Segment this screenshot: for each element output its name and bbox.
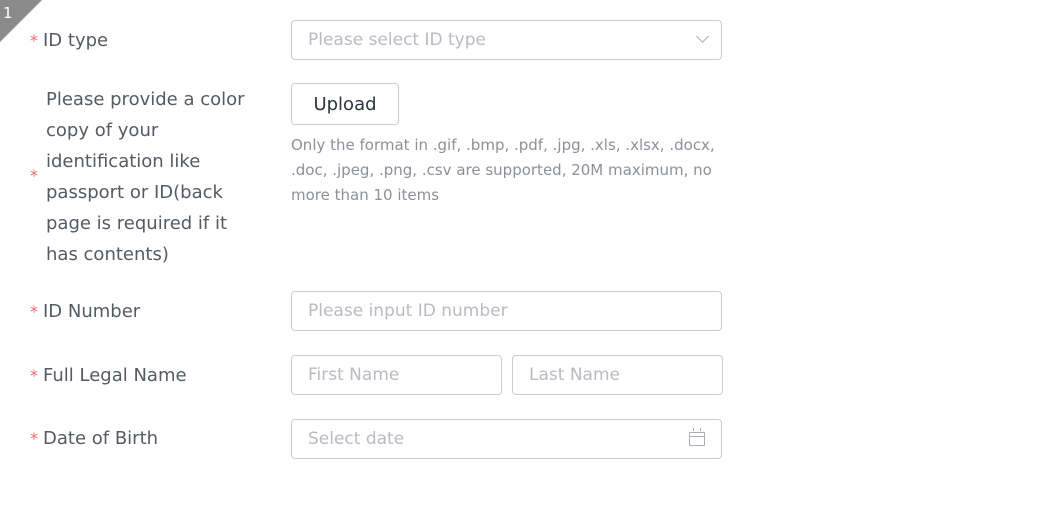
full-legal-name-label: * Full Legal Name	[30, 365, 187, 386]
calendar-icon	[689, 428, 705, 446]
id-number-input[interactable]: Please input ID number	[291, 291, 722, 331]
required-mark: *	[30, 429, 38, 448]
date-of-birth-label: * Date of Birth	[30, 428, 159, 449]
chevron-down-icon	[696, 30, 709, 43]
id-type-select[interactable]: Please select ID type	[291, 20, 722, 60]
id-number-placeholder: Please input ID number	[308, 301, 508, 321]
date-of-birth-picker[interactable]: Select date	[291, 419, 722, 459]
required-mark: *	[30, 302, 38, 321]
step-number: 1	[3, 4, 13, 22]
id-type-label: * ID type	[30, 30, 109, 51]
last-name-placeholder: Last Name	[529, 365, 620, 385]
upload-format-hint: Only the format in .gif, .bmp, .pdf, .jp…	[291, 136, 715, 204]
first-name-input[interactable]: First Name	[291, 355, 502, 395]
identification-upload-label: Please provide a color copy of your iden…	[46, 89, 245, 265]
required-mark: *	[30, 166, 38, 185]
id-number-label: * ID Number	[30, 301, 141, 322]
first-name-placeholder: First Name	[308, 365, 400, 385]
upload-button[interactable]: Upload	[291, 83, 399, 125]
date-placeholder: Select date	[308, 429, 405, 449]
required-mark: *	[30, 31, 38, 50]
id-type-placeholder: Please select ID type	[308, 30, 486, 50]
last-name-input[interactable]: Last Name	[512, 355, 723, 395]
required-mark: *	[30, 366, 38, 385]
